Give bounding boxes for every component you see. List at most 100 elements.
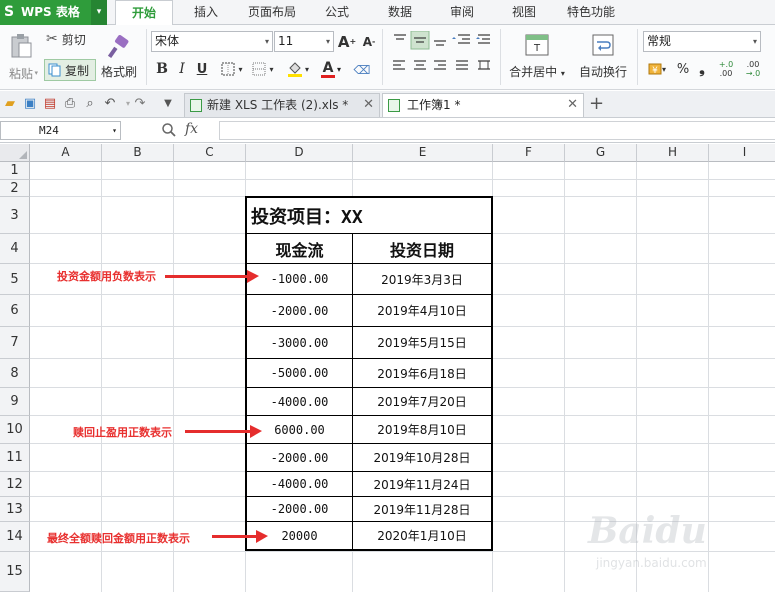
- cut-button[interactable]: ✂ 剪切: [46, 29, 94, 49]
- wps-logo-menu[interactable]: S WPS 表格 ▾: [0, 0, 107, 25]
- select-all-corner[interactable]: [0, 144, 30, 162]
- tab-special-features[interactable]: 特色功能: [556, 0, 626, 25]
- cell-d6[interactable]: -2000.00: [245, 294, 353, 327]
- fill-color-button[interactable]: ▾: [284, 59, 312, 79]
- merge-center-button[interactable]: T 合并居中 ▾: [506, 29, 568, 85]
- save-icon[interactable]: ▣: [22, 96, 38, 112]
- undo-icon[interactable]: ↶: [102, 96, 118, 112]
- column-header-i[interactable]: I: [709, 144, 775, 162]
- bold-button[interactable]: B: [153, 59, 171, 79]
- row-header-14[interactable]: 14: [0, 522, 30, 552]
- increase-decimal-button[interactable]: +.0 .00: [716, 58, 736, 80]
- row-header-10[interactable]: 10: [0, 416, 30, 444]
- row-header-2[interactable]: 2: [0, 180, 30, 197]
- cell-d9[interactable]: -4000.00: [245, 387, 353, 416]
- alignment-buttons[interactable]: [390, 31, 494, 83]
- column-header-b[interactable]: B: [102, 144, 174, 162]
- row-header-7[interactable]: 7: [0, 327, 30, 359]
- print-icon[interactable]: ⎙: [62, 96, 78, 112]
- column-header-a[interactable]: A: [30, 144, 102, 162]
- cell-d11[interactable]: -2000.00: [245, 443, 353, 472]
- cell-d8[interactable]: -5000.00: [245, 358, 353, 388]
- export-pdf-icon[interactable]: ▤: [42, 96, 58, 112]
- wrap-text-button[interactable]: 自动换行: [574, 29, 632, 85]
- close-icon[interactable]: ✕: [363, 94, 374, 116]
- cell-e8[interactable]: 2019年6月18日: [352, 358, 493, 388]
- redo-icon[interactable]: ↷: [132, 96, 148, 112]
- row-header-3[interactable]: 3: [0, 197, 30, 234]
- spreadsheet-file-icon: [190, 99, 202, 112]
- font-size-select[interactable]: 11 ▾: [274, 31, 334, 52]
- cell-e12[interactable]: 2019年11月24日: [352, 471, 493, 497]
- currency-button[interactable]: ¥ ▾: [645, 59, 669, 79]
- cell-d3-title[interactable]: 投资项目：XX: [245, 196, 493, 234]
- grow-font-button[interactable]: A +: [338, 31, 356, 52]
- cell-d12[interactable]: -4000.00: [245, 471, 353, 497]
- close-icon[interactable]: ✕: [567, 94, 578, 116]
- tab-view[interactable]: 视图: [500, 0, 548, 25]
- customize-toolbar-icon[interactable]: ▼: [160, 96, 176, 112]
- doc-tab-workbook1[interactable]: 工作簿1 * ✕: [382, 93, 584, 117]
- cell-e14[interactable]: 2020年1月10日: [352, 521, 493, 551]
- row-header-9[interactable]: 9: [0, 388, 30, 416]
- row-header-8[interactable]: 8: [0, 359, 30, 388]
- cell-d13[interactable]: -2000.00: [245, 496, 353, 522]
- font-name-select[interactable]: 宋体 ▾: [151, 31, 273, 52]
- column-header-e[interactable]: E: [353, 144, 493, 162]
- format-painter-button[interactable]: 格式刷: [98, 29, 140, 85]
- row-header-11[interactable]: 11: [0, 444, 30, 472]
- row-header-5[interactable]: 5: [0, 264, 30, 295]
- column-header-f[interactable]: F: [493, 144, 565, 162]
- copy-button[interactable]: 复制: [44, 59, 96, 81]
- tab-data[interactable]: 数据: [376, 0, 424, 25]
- cell-e10[interactable]: 2019年8月10日: [352, 415, 493, 444]
- tab-review[interactable]: 审阅: [438, 0, 486, 25]
- column-header-c[interactable]: C: [174, 144, 246, 162]
- underline-button[interactable]: U: [193, 59, 211, 79]
- row-header-6[interactable]: 6: [0, 295, 30, 327]
- row-header-1[interactable]: 1: [0, 162, 30, 180]
- doc-tab-xls[interactable]: 新建 XLS 工作表 (2).xls * ✕: [184, 93, 380, 117]
- print-preview-icon[interactable]: ⌕: [82, 96, 98, 112]
- borders-button[interactable]: ▾: [217, 59, 247, 79]
- cell-d5[interactable]: -1000.00: [245, 263, 353, 295]
- tab-home[interactable]: 开始: [115, 0, 173, 26]
- gridline: [101, 162, 102, 592]
- cell-e9[interactable]: 2019年7月20日: [352, 387, 493, 416]
- plus-icon: +: [349, 37, 357, 46]
- percent-button[interactable]: %: [675, 59, 691, 79]
- clear-format-button[interactable]: ⌫: [353, 61, 371, 79]
- insert-function-button[interactable]: fx: [185, 121, 198, 137]
- formula-input[interactable]: [219, 121, 775, 140]
- name-box[interactable]: M24 ▾: [0, 121, 121, 140]
- italic-button[interactable]: I: [174, 59, 190, 79]
- cell-d7[interactable]: -3000.00: [245, 326, 353, 359]
- column-header-h[interactable]: H: [637, 144, 709, 162]
- cell-borders-button[interactable]: ▾: [248, 59, 278, 79]
- comma-style-button[interactable]: ❟: [695, 59, 709, 79]
- cell-e4-header[interactable]: 投资日期: [352, 233, 493, 264]
- cell-d4-header[interactable]: 现金流: [245, 233, 353, 264]
- column-header-g[interactable]: G: [565, 144, 637, 162]
- number-format-select[interactable]: 常规 ▾: [643, 31, 761, 52]
- row-header-12[interactable]: 12: [0, 472, 30, 497]
- cell-e7[interactable]: 2019年5月15日: [352, 326, 493, 359]
- cell-e11[interactable]: 2019年10月28日: [352, 443, 493, 472]
- tab-page-layout[interactable]: 页面布局: [238, 0, 306, 25]
- cell-e13[interactable]: 2019年11月28日: [352, 496, 493, 522]
- decrease-decimal-button[interactable]: .00 →.0: [742, 58, 764, 80]
- tab-formulas[interactable]: 公式: [313, 0, 361, 25]
- column-header-d[interactable]: D: [246, 144, 353, 162]
- new-tab-icon[interactable]: +: [589, 93, 604, 115]
- row-header-15[interactable]: 15: [0, 552, 30, 592]
- paste-button[interactable]: 粘贴 ▾: [4, 29, 38, 85]
- cell-e5[interactable]: 2019年3月3日: [352, 263, 493, 295]
- row-header-13[interactable]: 13: [0, 497, 30, 522]
- open-folder-icon[interactable]: ▰: [2, 96, 18, 112]
- tab-insert[interactable]: 插入: [182, 0, 230, 25]
- merge-center-label: 合并居中 ▾: [509, 65, 565, 79]
- row-header-4[interactable]: 4: [0, 234, 30, 264]
- shrink-font-button[interactable]: A-: [360, 31, 378, 52]
- cell-e6[interactable]: 2019年4月10日: [352, 294, 493, 327]
- zoom-icon[interactable]: [161, 122, 177, 138]
